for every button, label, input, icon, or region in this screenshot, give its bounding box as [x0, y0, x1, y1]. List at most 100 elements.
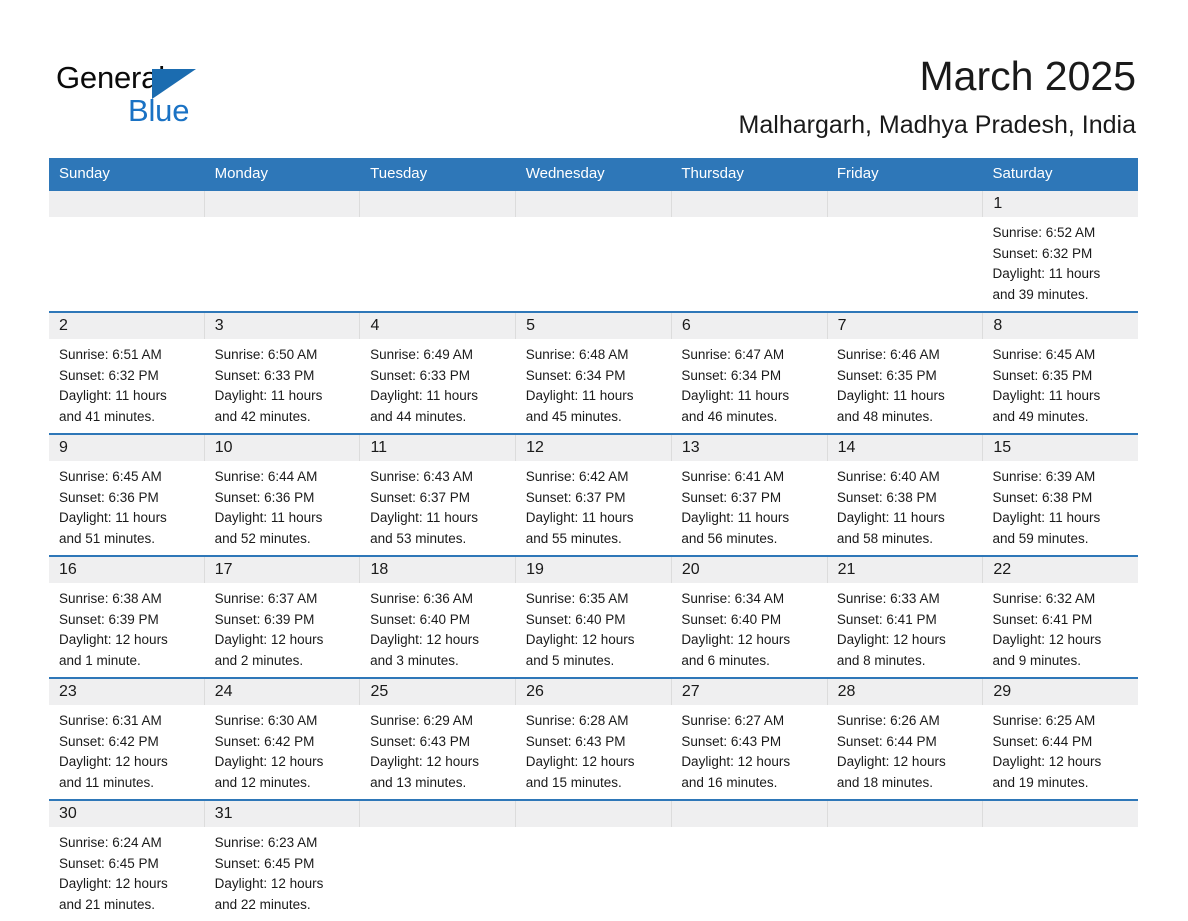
day-cell[interactable]	[360, 827, 516, 921]
day-number[interactable]	[360, 801, 517, 827]
day-cell[interactable]: Sunrise: 6:29 AM Sunset: 6:43 PM Dayligh…	[360, 705, 516, 799]
daylight-text-line2: and 39 minutes.	[992, 286, 1089, 302]
day-cell[interactable]: Sunrise: 6:34 AM Sunset: 6:40 PM Dayligh…	[671, 583, 827, 677]
day-number[interactable]	[360, 191, 517, 217]
sunrise-text: Sunrise: 6:38 AM	[59, 591, 162, 606]
day-cell[interactable]: Sunrise: 6:44 AM Sunset: 6:36 PM Dayligh…	[205, 461, 361, 555]
generalblue-logo[interactable]: General Blue	[56, 60, 356, 140]
day-number[interactable]: 26	[516, 679, 672, 705]
day-number[interactable]: 21	[828, 557, 984, 583]
day-number[interactable]	[516, 191, 672, 217]
day-cell[interactable]: Sunrise: 6:23 AM Sunset: 6:45 PM Dayligh…	[205, 827, 361, 921]
day-cell[interactable]: Sunrise: 6:39 AM Sunset: 6:38 PM Dayligh…	[982, 461, 1138, 555]
day-detail-band: Sunrise: 6:45 AM Sunset: 6:36 PM Dayligh…	[49, 461, 1138, 555]
day-cell[interactable]: Sunrise: 6:48 AM Sunset: 6:34 PM Dayligh…	[516, 339, 672, 433]
day-cell[interactable]: Sunrise: 6:41 AM Sunset: 6:37 PM Dayligh…	[671, 461, 827, 555]
day-number[interactable]: 14	[828, 435, 984, 461]
day-number[interactable]: 30	[49, 801, 205, 827]
day-cell[interactable]: Sunrise: 6:52 AM Sunset: 6:32 PM Dayligh…	[982, 217, 1138, 311]
day-cell[interactable]: Sunrise: 6:50 AM Sunset: 6:33 PM Dayligh…	[205, 339, 361, 433]
day-cell[interactable]	[827, 827, 983, 921]
day-number[interactable]: 2	[49, 313, 205, 339]
day-number[interactable]: 28	[828, 679, 984, 705]
day-cell[interactable]: Sunrise: 6:33 AM Sunset: 6:41 PM Dayligh…	[827, 583, 983, 677]
day-number[interactable]: 17	[205, 557, 361, 583]
day-cell[interactable]	[516, 217, 672, 311]
sunset-text: Sunset: 6:41 PM	[836, 611, 937, 627]
day-number[interactable]: 11	[360, 435, 517, 461]
day-cell[interactable]	[671, 217, 827, 311]
day-number[interactable]	[672, 801, 828, 827]
day-cell[interactable]	[516, 827, 672, 921]
daylight-text-line1: Daylight: 11 hours	[681, 510, 790, 525]
day-cell[interactable]: Sunrise: 6:47 AM Sunset: 6:34 PM Dayligh…	[671, 339, 827, 433]
day-number[interactable]	[49, 191, 205, 217]
sunset-text: Sunset: 6:37 PM	[525, 489, 626, 505]
day-number[interactable]: 23	[49, 679, 205, 705]
day-cell[interactable]: Sunrise: 6:24 AM Sunset: 6:45 PM Dayligh…	[49, 827, 205, 921]
sunset-text: Sunset: 6:43 PM	[681, 733, 782, 749]
day-cell[interactable]: Sunrise: 6:26 AM Sunset: 6:44 PM Dayligh…	[827, 705, 983, 799]
day-cell[interactable]	[827, 217, 983, 311]
day-number[interactable]	[983, 801, 1138, 827]
day-cell[interactable]: Sunrise: 6:46 AM Sunset: 6:35 PM Dayligh…	[827, 339, 983, 433]
day-cell[interactable]: Sunrise: 6:35 AM Sunset: 6:40 PM Dayligh…	[516, 583, 672, 677]
day-cell[interactable]: Sunrise: 6:45 AM Sunset: 6:35 PM Dayligh…	[982, 339, 1138, 433]
daylight-text-line1: Daylight: 12 hours	[836, 754, 946, 769]
day-cell[interactable]	[360, 217, 516, 311]
day-number[interactable]	[205, 191, 361, 217]
daylight-text-line1: Daylight: 12 hours	[681, 632, 791, 647]
day-number[interactable]: 6	[672, 313, 828, 339]
day-number[interactable]: 22	[983, 557, 1138, 583]
day-cell[interactable]: Sunrise: 6:38 AM Sunset: 6:39 PM Dayligh…	[49, 583, 205, 677]
day-cell[interactable]	[982, 827, 1138, 921]
day-number[interactable]: 3	[205, 313, 361, 339]
sunset-text: Sunset: 6:39 PM	[214, 611, 315, 627]
day-number[interactable]: 19	[516, 557, 672, 583]
day-number[interactable]: 27	[672, 679, 828, 705]
day-number[interactable]: 9	[49, 435, 205, 461]
sunset-text: Sunset: 6:37 PM	[681, 489, 782, 505]
day-cell[interactable]: Sunrise: 6:51 AM Sunset: 6:32 PM Dayligh…	[49, 339, 205, 433]
day-cell[interactable]: Sunrise: 6:43 AM Sunset: 6:37 PM Dayligh…	[360, 461, 516, 555]
day-number[interactable]	[672, 191, 828, 217]
day-cell[interactable]: Sunrise: 6:42 AM Sunset: 6:37 PM Dayligh…	[516, 461, 672, 555]
day-number[interactable]: 15	[983, 435, 1138, 461]
day-cell[interactable]	[49, 217, 205, 311]
day-number[interactable]: 29	[983, 679, 1138, 705]
day-cell[interactable]: Sunrise: 6:45 AM Sunset: 6:36 PM Dayligh…	[49, 461, 205, 555]
day-number[interactable]	[516, 801, 672, 827]
day-number[interactable]: 13	[672, 435, 828, 461]
day-cell[interactable]: Sunrise: 6:31 AM Sunset: 6:42 PM Dayligh…	[49, 705, 205, 799]
day-cell[interactable]: Sunrise: 6:32 AM Sunset: 6:41 PM Dayligh…	[982, 583, 1138, 677]
day-cell[interactable]: Sunrise: 6:37 AM Sunset: 6:39 PM Dayligh…	[205, 583, 361, 677]
day-number[interactable]: 10	[205, 435, 361, 461]
day-cell[interactable]	[205, 217, 361, 311]
day-number[interactable]: 18	[360, 557, 517, 583]
day-cell[interactable]: Sunrise: 6:30 AM Sunset: 6:42 PM Dayligh…	[205, 705, 361, 799]
day-number[interactable]: 1	[983, 191, 1138, 217]
day-number[interactable]	[828, 801, 984, 827]
day-number[interactable]: 24	[205, 679, 361, 705]
day-cell[interactable]	[671, 827, 827, 921]
day-number[interactable]: 31	[205, 801, 361, 827]
day-number[interactable]	[828, 191, 984, 217]
day-cell[interactable]: Sunrise: 6:40 AM Sunset: 6:38 PM Dayligh…	[827, 461, 983, 555]
day-number[interactable]: 4	[360, 313, 517, 339]
day-number[interactable]: 16	[49, 557, 205, 583]
sunset-text: Sunset: 6:35 PM	[992, 367, 1093, 383]
day-cell[interactable]: Sunrise: 6:25 AM Sunset: 6:44 PM Dayligh…	[982, 705, 1138, 799]
day-number[interactable]: 8	[983, 313, 1138, 339]
day-number[interactable]: 7	[828, 313, 984, 339]
day-number[interactable]: 12	[516, 435, 672, 461]
day-cell[interactable]: Sunrise: 6:28 AM Sunset: 6:43 PM Dayligh…	[516, 705, 672, 799]
day-cell[interactable]: Sunrise: 6:27 AM Sunset: 6:43 PM Dayligh…	[671, 705, 827, 799]
day-number[interactable]: 25	[360, 679, 517, 705]
day-cell[interactable]: Sunrise: 6:36 AM Sunset: 6:40 PM Dayligh…	[360, 583, 516, 677]
day-number[interactable]: 5	[516, 313, 672, 339]
daylight-text-line1: Daylight: 11 hours	[992, 266, 1101, 281]
calendar-week-row: 23 24 25 26 27 28 29 Sunrise: 6:31 AM Su…	[49, 679, 1138, 801]
day-number[interactable]: 20	[672, 557, 828, 583]
day-cell[interactable]: Sunrise: 6:49 AM Sunset: 6:33 PM Dayligh…	[360, 339, 516, 433]
sunrise-text: Sunrise: 6:48 AM	[525, 347, 629, 362]
